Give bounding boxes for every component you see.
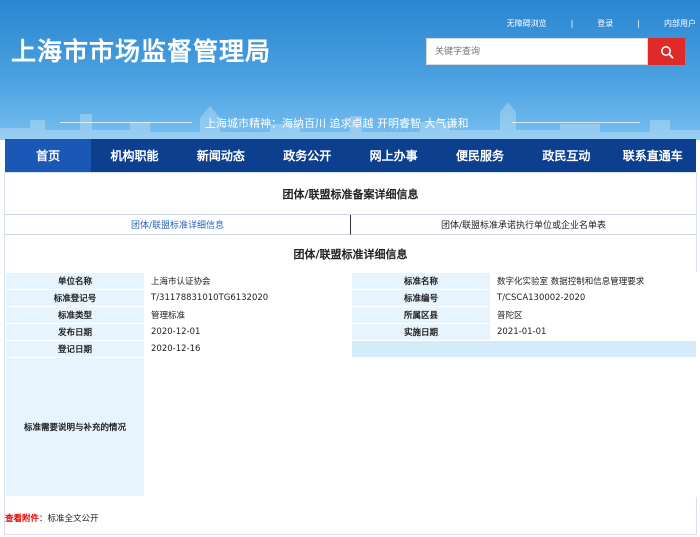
section-title: 团体/联盟标准详细信息	[293, 247, 408, 261]
nav-government-affairs[interactable]: 政务公开	[264, 139, 350, 172]
nav-news[interactable]: 新闻动态	[178, 139, 264, 172]
attachment-value: 标准全文公开	[47, 514, 99, 524]
table-row: 标准登记号 T/31178831010TG6132020 标准编号 T/CSCA…	[5, 289, 697, 307]
table-row: 单位名称 上海市认证协会 标准名称 数字化实验室 数据控制和信息管理要求	[5, 272, 697, 290]
unit-name-value: 上海市认证协会	[144, 272, 352, 290]
nav-online-services[interactable]: 网上办事	[351, 139, 437, 172]
table-row: 登记日期 2020-12-16	[5, 340, 697, 358]
district-label: 所属区县	[351, 306, 491, 324]
search-icon	[660, 45, 674, 59]
implementation-date-value: 2021-01-01	[490, 323, 697, 341]
standard-type-value: 管理标准	[144, 306, 352, 324]
registration-date-value: 2020-12-16	[144, 340, 352, 358]
standard-type-label: 标准类型	[5, 306, 145, 324]
detail-tabs: 团体/联盟标准详细信息 团体/联盟标准承诺执行单位或企业名单表	[5, 215, 696, 235]
separator: |	[637, 18, 640, 28]
publish-date-label: 发布日期	[5, 323, 145, 341]
memo-value	[144, 357, 697, 497]
empty-cell	[351, 340, 697, 358]
unit-name-label: 单位名称	[5, 272, 145, 290]
standard-info-table: 单位名称 上海市认证协会 标准名称 数字化实验室 数据控制和信息管理要求 标准登…	[5, 272, 697, 497]
publish-date-value: 2020-12-01	[144, 323, 352, 341]
table-row: 标准类型 管理标准 所属区县 普陀区	[5, 306, 697, 324]
standard-name-label: 标准名称	[351, 272, 491, 290]
content-panel: 团体/联盟标准备案详细信息 团体/联盟标准详细信息 团体/联盟标准承诺执行单位或…	[4, 172, 697, 535]
table-row: 标准需要说明与补充的情况	[5, 357, 697, 497]
view-attachment-link[interactable]: 查看附件	[5, 512, 39, 524]
tab-committed-units[interactable]: 团体/联盟标准承诺执行单位或企业名单表	[351, 215, 696, 235]
attachment-row: 查看附件 ： 标准全文公开	[5, 511, 99, 525]
standard-name-value: 数字化实验室 数据控制和信息管理要求	[490, 272, 697, 290]
search-input[interactable]	[427, 39, 647, 64]
search-box	[426, 38, 648, 65]
city-slogan: 上海城市精神：海纳百川 追求卓越 开明睿智 大气谦和	[0, 114, 700, 130]
nav-interaction[interactable]: 政民互动	[523, 139, 609, 172]
nav-public-services[interactable]: 便民服务	[437, 139, 523, 172]
page-title: 团体/联盟标准备案详细信息	[5, 173, 696, 215]
login-link[interactable]: 登录	[597, 18, 613, 29]
slogan-line-right	[512, 122, 640, 123]
site-header: 无障碍浏览 | 登录 | 内部用户 上海市市场监督管理局 上海城市精神：海纳百川…	[0, 0, 700, 140]
slogan-text: 上海城市精神：海纳百川 追求卓越 开明睿智 大气谦和	[205, 117, 469, 130]
standard-no-value: T/CSCA130002-2020	[490, 289, 697, 307]
top-links: 无障碍浏览 | 登录 | 内部用户	[507, 16, 696, 30]
registration-no-label: 标准登记号	[5, 289, 145, 307]
standard-no-label: 标准编号	[351, 289, 491, 307]
district-value: 普陀区	[490, 306, 697, 324]
slogan-line-left	[60, 122, 192, 123]
nav-home[interactable]: 首页	[5, 139, 92, 172]
nav-contact[interactable]: 联系直通车	[610, 139, 696, 172]
implementation-date-label: 实施日期	[351, 323, 491, 341]
memo-label: 标准需要说明与补充的情况	[5, 357, 145, 497]
table-row: 发布日期 2020-12-01 实施日期 2021-01-01	[5, 323, 697, 341]
registration-no-value: T/31178831010TG6132020	[144, 289, 352, 307]
site-title[interactable]: 上海市市场监督管理局	[11, 32, 271, 68]
registration-date-label: 登记日期	[5, 340, 145, 358]
search-button[interactable]	[648, 38, 685, 65]
attachment-colon: ：	[39, 514, 48, 524]
main-nav: 首页 机构职能 新闻动态 政务公开 网上办事 便民服务 政民互动 联系直通车	[5, 139, 696, 172]
separator: |	[570, 18, 574, 28]
intranet-user-link[interactable]: 内部用户	[664, 18, 696, 29]
accessibility-link[interactable]: 无障碍浏览	[507, 18, 547, 29]
nav-organization[interactable]: 机构职能	[91, 139, 177, 172]
tab-standard-details[interactable]: 团体/联盟标准详细信息	[5, 215, 351, 235]
